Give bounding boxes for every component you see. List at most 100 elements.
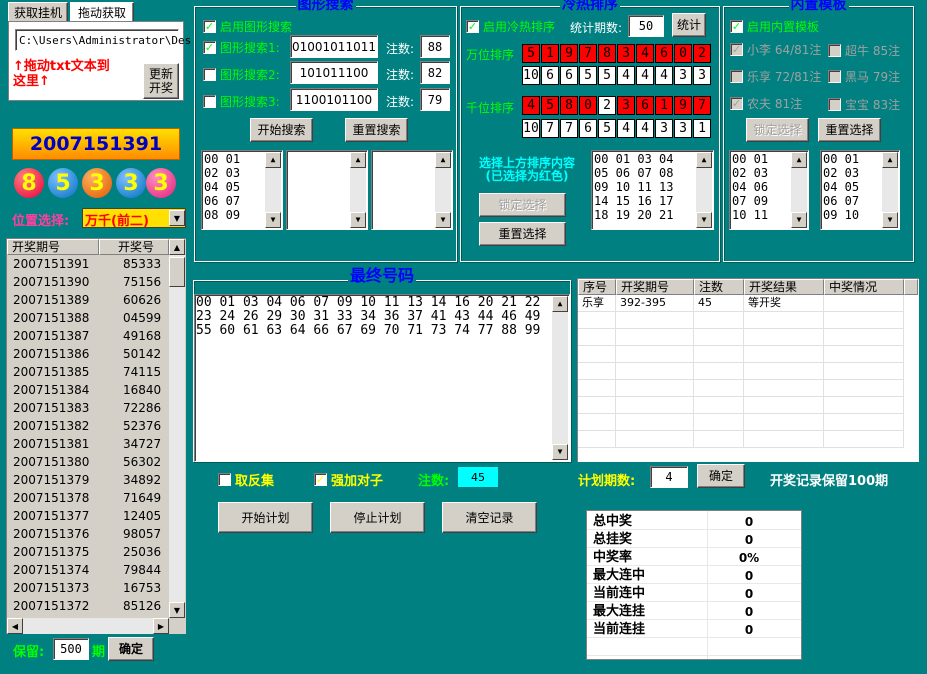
keep-ok-button[interactable]: 确定 [108, 637, 154, 661]
wan-digit-cell[interactable]: 3 [617, 44, 635, 63]
hotcold-lock-button[interactable]: 锁定选择 [479, 193, 566, 217]
wan-digit-cell[interactable]: 0 [674, 44, 692, 63]
history-col-number[interactable]: 开奖号 [99, 239, 169, 255]
qian-digit-cell[interactable]: 6 [636, 96, 654, 115]
builtin-list-item[interactable]: 02 03 [732, 166, 768, 180]
builtin-list-2[interactable]: 00 01 02 03 04 05 06 07 09 10 ▲ ▼ [820, 150, 900, 230]
builtin-list-item[interactable]: 04 06 [732, 180, 768, 194]
invert-check[interactable]: 取反集 [218, 470, 274, 489]
pattern-list-3[interactable]: ▲ ▼ [371, 150, 453, 230]
qian-digit-cell[interactable]: 7 [693, 96, 711, 115]
wan-digit-cell[interactable]: 5 [522, 44, 540, 63]
keep-input[interactable]: 500 [53, 638, 89, 660]
pattern-list-item[interactable]: 00 01 [204, 152, 240, 166]
hotcold-list-item[interactable]: 09 10 11 13 [594, 180, 673, 194]
wan-digit-cell[interactable]: 1 [541, 44, 559, 63]
refresh-draw-button[interactable]: 更新 开奖 [143, 63, 179, 99]
history-row[interactable]: 2007151389 60626 [7, 291, 169, 309]
builtin-item-6[interactable]: 宝宝 83注 [828, 96, 900, 113]
qian-digit-cell[interactable]: 9 [674, 96, 692, 115]
builtin-list-item[interactable]: 07 09 [732, 194, 768, 208]
wan-digit-cell[interactable]: 7 [579, 44, 597, 63]
tab-get-hang[interactable]: 获取挂机 [8, 2, 68, 22]
history-row[interactable]: 2007151391 85333 [7, 255, 169, 273]
stat-button[interactable]: 统计 [672, 13, 706, 37]
qian-digit-cell[interactable]: 2 [598, 96, 616, 115]
history-scrollbar[interactable]: ▲ ▼ [169, 239, 185, 618]
history-row[interactable]: 2007151379 34892 [7, 471, 169, 489]
builtin-list-item[interactable]: 00 01 [732, 152, 768, 166]
builtin-item-5[interactable]: ✓ 农夫 81注 [730, 95, 802, 112]
wan-digit-cell[interactable]: 2 [693, 44, 711, 63]
wan-digit-cell[interactable]: 6 [655, 44, 673, 63]
stop-plan-button[interactable]: 停止计划 [330, 502, 425, 533]
builtin-list-item[interactable]: 09 10 [823, 208, 859, 222]
builtin-list-item[interactable]: 04 05 [823, 180, 859, 194]
builtin-item-3[interactable]: 乐享 72/81注 [730, 68, 821, 85]
pattern-list-item[interactable]: 08 09 [204, 208, 240, 222]
hotcold-list-item[interactable]: 14 15 16 17 [594, 194, 673, 208]
history-row[interactable]: 2007151372 85126 [7, 597, 169, 615]
tab-drag-get[interactable]: 拖动获取 [70, 2, 134, 23]
history-row[interactable]: 2007151378 71649 [7, 489, 169, 507]
clear-record-button[interactable]: 清空记录 [442, 502, 537, 533]
builtin-reset-button[interactable]: 重置选择 [818, 118, 881, 142]
pattern-list-item[interactable]: 04 05 [204, 180, 240, 194]
plan-col-header[interactable]: 序号 [578, 279, 616, 295]
qian-digit-row[interactable]: 4580236197 [522, 96, 712, 116]
start-search-button[interactable]: 开始搜索 [250, 118, 313, 142]
builtin-item-2[interactable]: 超牛 85注 [828, 42, 900, 59]
chevron-down-icon[interactable]: ▼ [169, 210, 185, 226]
history-row[interactable]: 2007151388 04599 [7, 309, 169, 327]
pattern-3-check[interactable]: 图形搜索3: [203, 93, 280, 110]
history-row[interactable]: 2007151385 74115 [7, 363, 169, 381]
builtin-list-item[interactable]: 00 01 [823, 152, 859, 166]
pattern-1-input[interactable]: 01001011011 [290, 35, 378, 58]
plan-col-header[interactable]: 开奖结果 [744, 279, 824, 295]
reset-search-button[interactable]: 重置搜索 [345, 118, 408, 142]
plan-col-header[interactable]: 开奖期号 [616, 279, 694, 295]
history-row[interactable]: 2007151381 34727 [7, 435, 169, 453]
builtin-lock-button[interactable]: 锁定选择 [746, 118, 809, 142]
position-select[interactable]: 万千(前二) ▼ [82, 208, 186, 229]
pattern-enable-check[interactable]: ✓ 启用图形搜索 [203, 18, 292, 35]
final-numbers-box[interactable]: 00 01 03 04 06 07 09 10 11 13 14 16 20 2… [194, 294, 570, 462]
history-list[interactable]: 开奖期号 开奖号 2007151391 85333 2007151390 75156 2… [6, 238, 186, 634]
qian-digit-cell[interactable]: 3 [617, 96, 635, 115]
qian-digit-cell[interactable]: 5 [541, 96, 559, 115]
builtin-enable-check[interactable]: ✓ 启用内置模板 [730, 18, 819, 35]
history-row[interactable]: 2007151375 25036 [7, 543, 169, 561]
history-row[interactable]: 2007151380 56302 [7, 453, 169, 471]
plan-period-input[interactable]: 4 [650, 466, 688, 488]
history-row[interactable]: 2007151377 12405 [7, 507, 169, 525]
hotcold-list[interactable]: 00 01 03 04 05 06 07 08 09 10 11 13 14 15 1… [591, 150, 714, 230]
history-row[interactable]: 2007151382 52376 [7, 417, 169, 435]
scroll-left-icon[interactable]: ◀ [7, 618, 23, 634]
wan-digit-cell[interactable]: 8 [598, 44, 616, 63]
file-path-field[interactable]: C:\Users\Administrator\Des [15, 29, 191, 51]
builtin-list-item[interactable]: 02 03 [823, 166, 859, 180]
pattern-2-check[interactable]: 图形搜索2: [203, 66, 280, 83]
scroll-down-icon[interactable]: ▼ [169, 602, 185, 618]
builtin-list-item[interactable]: 06 07 [823, 194, 859, 208]
history-row[interactable]: 2007151386 50142 [7, 345, 169, 363]
history-col-issue[interactable]: 开奖期号 [7, 239, 99, 255]
history-row[interactable]: 2007151373 16753 [7, 579, 169, 597]
pattern-list-2[interactable]: ▲ ▼ [286, 150, 368, 230]
wan-digit-cell[interactable]: 4 [636, 44, 654, 63]
hotcold-list-item[interactable]: 05 06 07 08 [594, 166, 673, 180]
scroll-thumb[interactable] [169, 257, 185, 287]
history-row[interactable]: 2007151384 16840 [7, 381, 169, 399]
pattern-2-input[interactable]: 101011100 [290, 61, 378, 84]
hotcold-reset-button[interactable]: 重置选择 [479, 222, 566, 246]
history-row[interactable]: 2007151383 72286 [7, 399, 169, 417]
qian-digit-cell[interactable]: 1 [655, 96, 673, 115]
pattern-1-check[interactable]: ✓ 图形搜索1: [203, 39, 280, 56]
history-row[interactable]: 2007151376 98057 [7, 525, 169, 543]
plan-col-header[interactable]: 中奖情况 [824, 279, 904, 295]
pattern-list-item[interactable]: 02 03 [204, 166, 240, 180]
scroll-up-icon[interactable]: ▲ [169, 239, 185, 255]
scroll-right-icon[interactable]: ▶ [153, 618, 169, 634]
drag-panel[interactable]: C:\Users\Administrator\Des ↑拖动txt文本到 这里↑ … [8, 21, 191, 101]
history-row[interactable]: 2007151390 75156 [7, 273, 169, 291]
